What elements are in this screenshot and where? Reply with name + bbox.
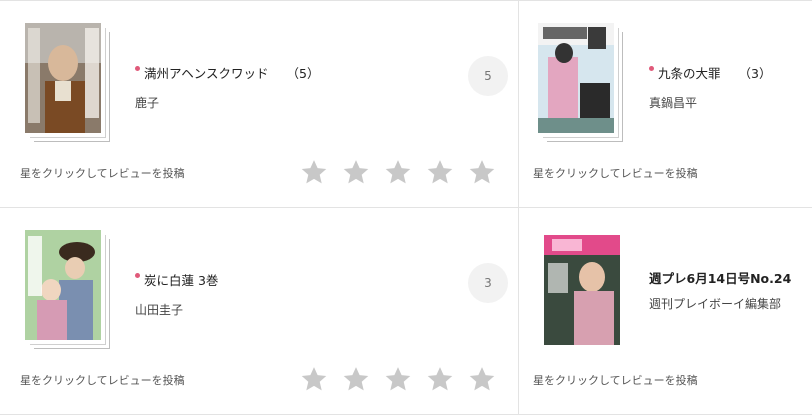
star-icon[interactable] xyxy=(468,365,496,393)
rating-stars xyxy=(300,158,510,186)
new-indicator-dot xyxy=(135,273,140,278)
star-icon[interactable] xyxy=(342,365,370,393)
book-card: 炭に白蓮 3巻 山田圭子 3 星をクリックしてレビューを投稿 xyxy=(0,208,519,415)
rating-stars xyxy=(300,365,510,393)
book-card: 満州アヘンスクワッド （5） 鹿子 5 星をクリックしてレビューを投稿 xyxy=(0,1,519,208)
new-indicator-dot xyxy=(649,66,654,71)
book-cover[interactable] xyxy=(25,230,101,340)
book-cover[interactable] xyxy=(538,23,614,133)
review-prompt: 星をクリックしてレビューを投稿 xyxy=(533,374,698,387)
star-icon[interactable] xyxy=(384,158,412,186)
book-cover[interactable] xyxy=(544,235,620,345)
review-prompt: 星をクリックしてレビューを投稿 xyxy=(20,374,185,387)
book-volume: （3） xyxy=(738,66,772,81)
star-icon[interactable] xyxy=(468,158,496,186)
book-author[interactable]: 真鍋昌平 xyxy=(649,94,771,111)
book-title[interactable]: 九条の大罪 xyxy=(658,63,721,82)
book-title[interactable]: 満州アヘンスクワッド xyxy=(144,63,269,82)
book-title[interactable]: 炭に白蓮 3巻 xyxy=(144,270,218,289)
star-icon[interactable] xyxy=(300,365,328,393)
book-author[interactable]: 鹿子 xyxy=(135,94,319,111)
volume-count-badge: 3 xyxy=(468,263,508,303)
review-prompt: 星をクリックしてレビューを投稿 xyxy=(533,167,698,180)
volume-count-badge: 5 xyxy=(468,56,508,96)
new-indicator-dot xyxy=(135,66,140,71)
book-card: 九条の大罪 （3） 真鍋昌平 星をクリックしてレビューを投稿 xyxy=(519,1,812,208)
book-cover[interactable] xyxy=(25,23,101,133)
review-prompt: 星をクリックしてレビューを投稿 xyxy=(20,167,185,180)
book-card: 週プレ6月14日号No.24 週刊プレイボーイ編集部 星をクリックしてレビューを… xyxy=(519,208,812,415)
book-title[interactable]: 週プレ6月14日号No.24 xyxy=(649,268,791,287)
book-author[interactable]: 山田圭子 xyxy=(135,301,218,318)
book-grid: 満州アヘンスクワッド （5） 鹿子 5 星をクリックしてレビューを投稿 九条の大… xyxy=(0,0,812,415)
star-icon[interactable] xyxy=(384,365,412,393)
star-icon[interactable] xyxy=(300,158,328,186)
star-icon[interactable] xyxy=(342,158,370,186)
book-volume: （5） xyxy=(286,66,320,81)
star-icon[interactable] xyxy=(426,158,454,186)
star-icon[interactable] xyxy=(426,365,454,393)
book-author[interactable]: 週刊プレイボーイ編集部 xyxy=(649,295,791,312)
